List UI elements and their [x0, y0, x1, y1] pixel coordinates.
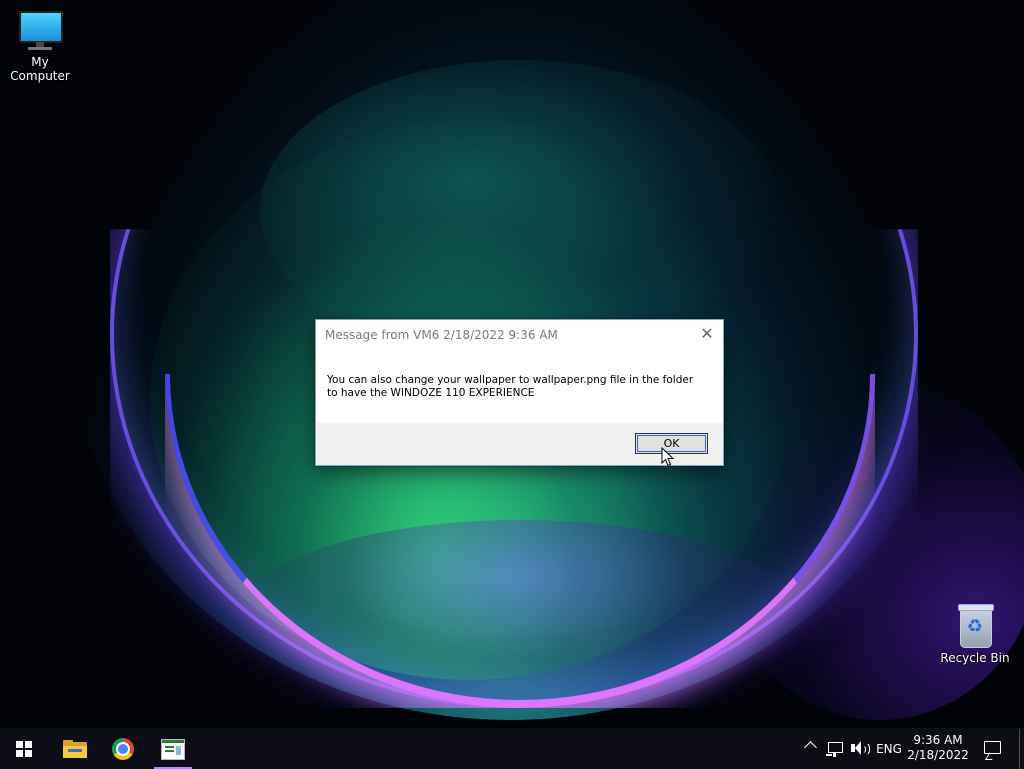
start-button[interactable]: [0, 729, 48, 769]
clock-time: 9:36 AM: [913, 733, 963, 747]
desktop-icon-label: Recycle Bin: [940, 651, 1010, 665]
show-desktop-button[interactable]: [1019, 729, 1020, 769]
notifications-button[interactable]: [980, 729, 1004, 769]
dialog-title: Message from VM6 2/18/2022 9:36 AM: [325, 328, 558, 342]
desktop-icon-my-computer[interactable]: My Computer: [0, 8, 80, 83]
recycle-bin-icon: ♻: [955, 602, 995, 648]
language-indicator[interactable]: ENG: [876, 729, 902, 769]
windows-logo-icon: [16, 741, 32, 757]
app-window-icon: [161, 739, 185, 760]
message-dialog: Message from VM6 2/18/2022 9:36 AM ✕ You…: [315, 319, 724, 466]
taskbar-file-explorer[interactable]: [50, 729, 98, 769]
close-icon: ✕: [700, 324, 714, 343]
dialog-message: You can also change your wallpaper to wa…: [327, 374, 707, 400]
dialog-message-line: to have the WINDOZE 110 EXPERIENCE: [327, 387, 535, 399]
network-button[interactable]: [826, 729, 846, 769]
volume-button[interactable]: [849, 729, 871, 769]
chevron-up-icon: [804, 741, 817, 754]
taskbar: ENG 9:36 AM 2/18/2022: [0, 728, 1024, 769]
dialog-message-line: You can also change your wallpaper to wa…: [327, 374, 694, 386]
clock[interactable]: 9:36 AM 2/18/2022: [905, 729, 971, 769]
desktop-icon-label: My Computer: [10, 55, 70, 83]
chrome-icon: [112, 738, 134, 760]
close-button[interactable]: ✕: [697, 325, 717, 343]
desktop-icon-recycle-bin[interactable]: ♻ Recycle Bin: [935, 602, 1015, 665]
taskbar-chrome[interactable]: [99, 729, 147, 769]
computer-icon: [18, 8, 63, 52]
clock-date: 2/18/2022: [907, 748, 969, 762]
mouse-cursor-icon: [661, 447, 675, 467]
show-hidden-icons-button[interactable]: [802, 729, 818, 769]
folder-icon: [63, 740, 87, 758]
taskbar-message-app[interactable]: [149, 729, 195, 769]
